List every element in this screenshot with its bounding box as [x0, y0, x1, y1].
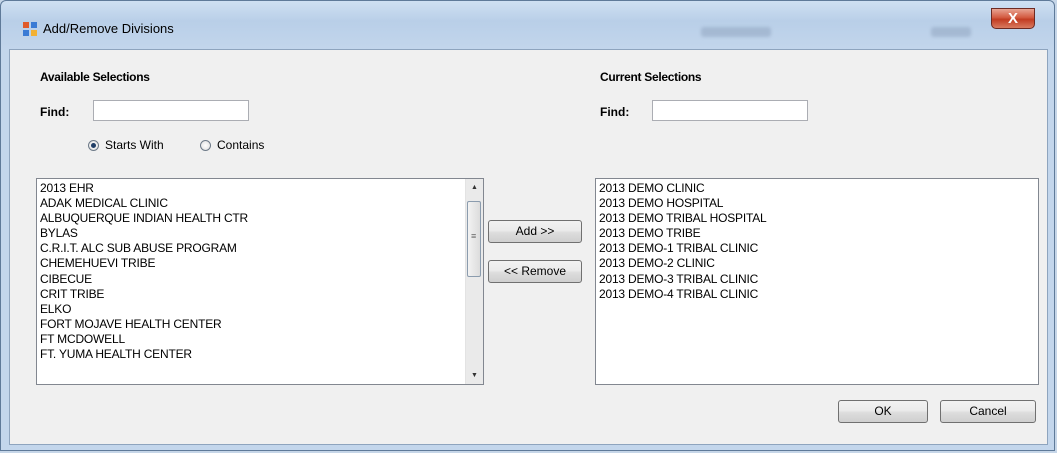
close-icon: X — [1007, 10, 1018, 27]
list-item[interactable]: ADAK MEDICAL CLINIC — [40, 196, 465, 211]
dialog-window: Add/Remove Divisions X Available Selecti… — [0, 0, 1055, 451]
available-items: 2013 EHR ADAK MEDICAL CLINIC ALBUQUERQUE I… — [40, 181, 465, 362]
cancel-button[interactable]: Cancel — [940, 400, 1036, 423]
list-item[interactable]: CIBECUE — [40, 272, 465, 287]
list-item[interactable]: BYLAS — [40, 226, 465, 241]
available-find-input[interactable] — [93, 100, 249, 121]
list-item[interactable]: CHEMEHUEVI TRIBE — [40, 256, 465, 271]
list-item[interactable]: 2013 DEMO-1 TRIBAL CLINIC — [599, 241, 1020, 256]
available-listbox[interactable]: 2013 EHR ADAK MEDICAL CLINIC ALBUQUERQUE I… — [36, 178, 484, 385]
current-listbox[interactable]: 2013 DEMO CLINIC 2013 DEMO HOSPITAL 2013 D… — [595, 178, 1039, 385]
list-item[interactable]: FT. YUMA HEALTH CENTER — [40, 347, 465, 362]
available-heading: Available Selections — [40, 70, 150, 84]
background-blur — [931, 27, 971, 37]
available-scrollbar[interactable]: ▲ ≡ ▼ — [465, 179, 483, 384]
dialog-body: Available Selections Find: Starts With C… — [9, 49, 1048, 445]
starts-with-radio[interactable]: Starts With — [88, 138, 164, 152]
grip-icon: ≡ — [471, 231, 477, 241]
radio-unselected-icon — [200, 139, 211, 151]
current-find-input[interactable] — [652, 100, 808, 121]
close-button[interactable]: X — [991, 8, 1035, 29]
list-item[interactable]: 2013 DEMO-2 CLINIC — [599, 256, 1020, 271]
available-find-label: Find: — [40, 105, 70, 119]
starts-with-label: Starts With — [105, 138, 164, 152]
remove-button[interactable]: << Remove — [488, 260, 582, 283]
add-button[interactable]: Add >> — [488, 220, 582, 243]
list-item[interactable]: CRIT TRIBE — [40, 287, 465, 302]
radio-selected-icon — [88, 139, 99, 151]
window-app-icon — [23, 22, 37, 36]
list-item[interactable]: 2013 DEMO-4 TRIBAL CLINIC — [599, 287, 1020, 302]
scroll-up-arrow-icon[interactable]: ▲ — [466, 179, 483, 196]
title-bar[interactable]: Add/Remove Divisions X — [1, 1, 1054, 49]
ok-button[interactable]: OK — [838, 400, 928, 423]
list-item[interactable]: C.R.I.T. ALC SUB ABUSE PROGRAM — [40, 241, 465, 256]
contains-label: Contains — [217, 138, 265, 152]
background-blur — [701, 27, 771, 37]
list-item[interactable]: 2013 DEMO CLINIC — [599, 181, 1020, 196]
current-items: 2013 DEMO CLINIC 2013 DEMO HOSPITAL 2013 D… — [599, 181, 1020, 302]
list-item[interactable]: 2013 DEMO TRIBE — [599, 226, 1020, 241]
current-heading: Current Selections — [600, 70, 702, 84]
list-item[interactable]: FT MCDOWELL — [40, 332, 465, 347]
window-title: Add/Remove Divisions — [43, 21, 174, 36]
scroll-down-arrow-icon[interactable]: ▼ — [466, 367, 483, 384]
list-item[interactable]: 2013 EHR — [40, 181, 465, 196]
scroll-thumb[interactable]: ≡ — [467, 201, 481, 277]
list-item[interactable]: 2013 DEMO TRIBAL HOSPITAL — [599, 211, 1020, 226]
list-item[interactable]: 2013 DEMO-3 TRIBAL CLINIC — [599, 272, 1020, 287]
contains-radio[interactable]: Contains — [200, 138, 264, 152]
current-find-label: Find: — [600, 105, 630, 119]
list-item[interactable]: ALBUQUERQUE INDIAN HEALTH CTR — [40, 211, 465, 226]
list-item[interactable]: FORT MOJAVE HEALTH CENTER — [40, 317, 465, 332]
list-item[interactable]: 2013 DEMO HOSPITAL — [599, 196, 1020, 211]
list-item[interactable]: ELKO — [40, 302, 465, 317]
